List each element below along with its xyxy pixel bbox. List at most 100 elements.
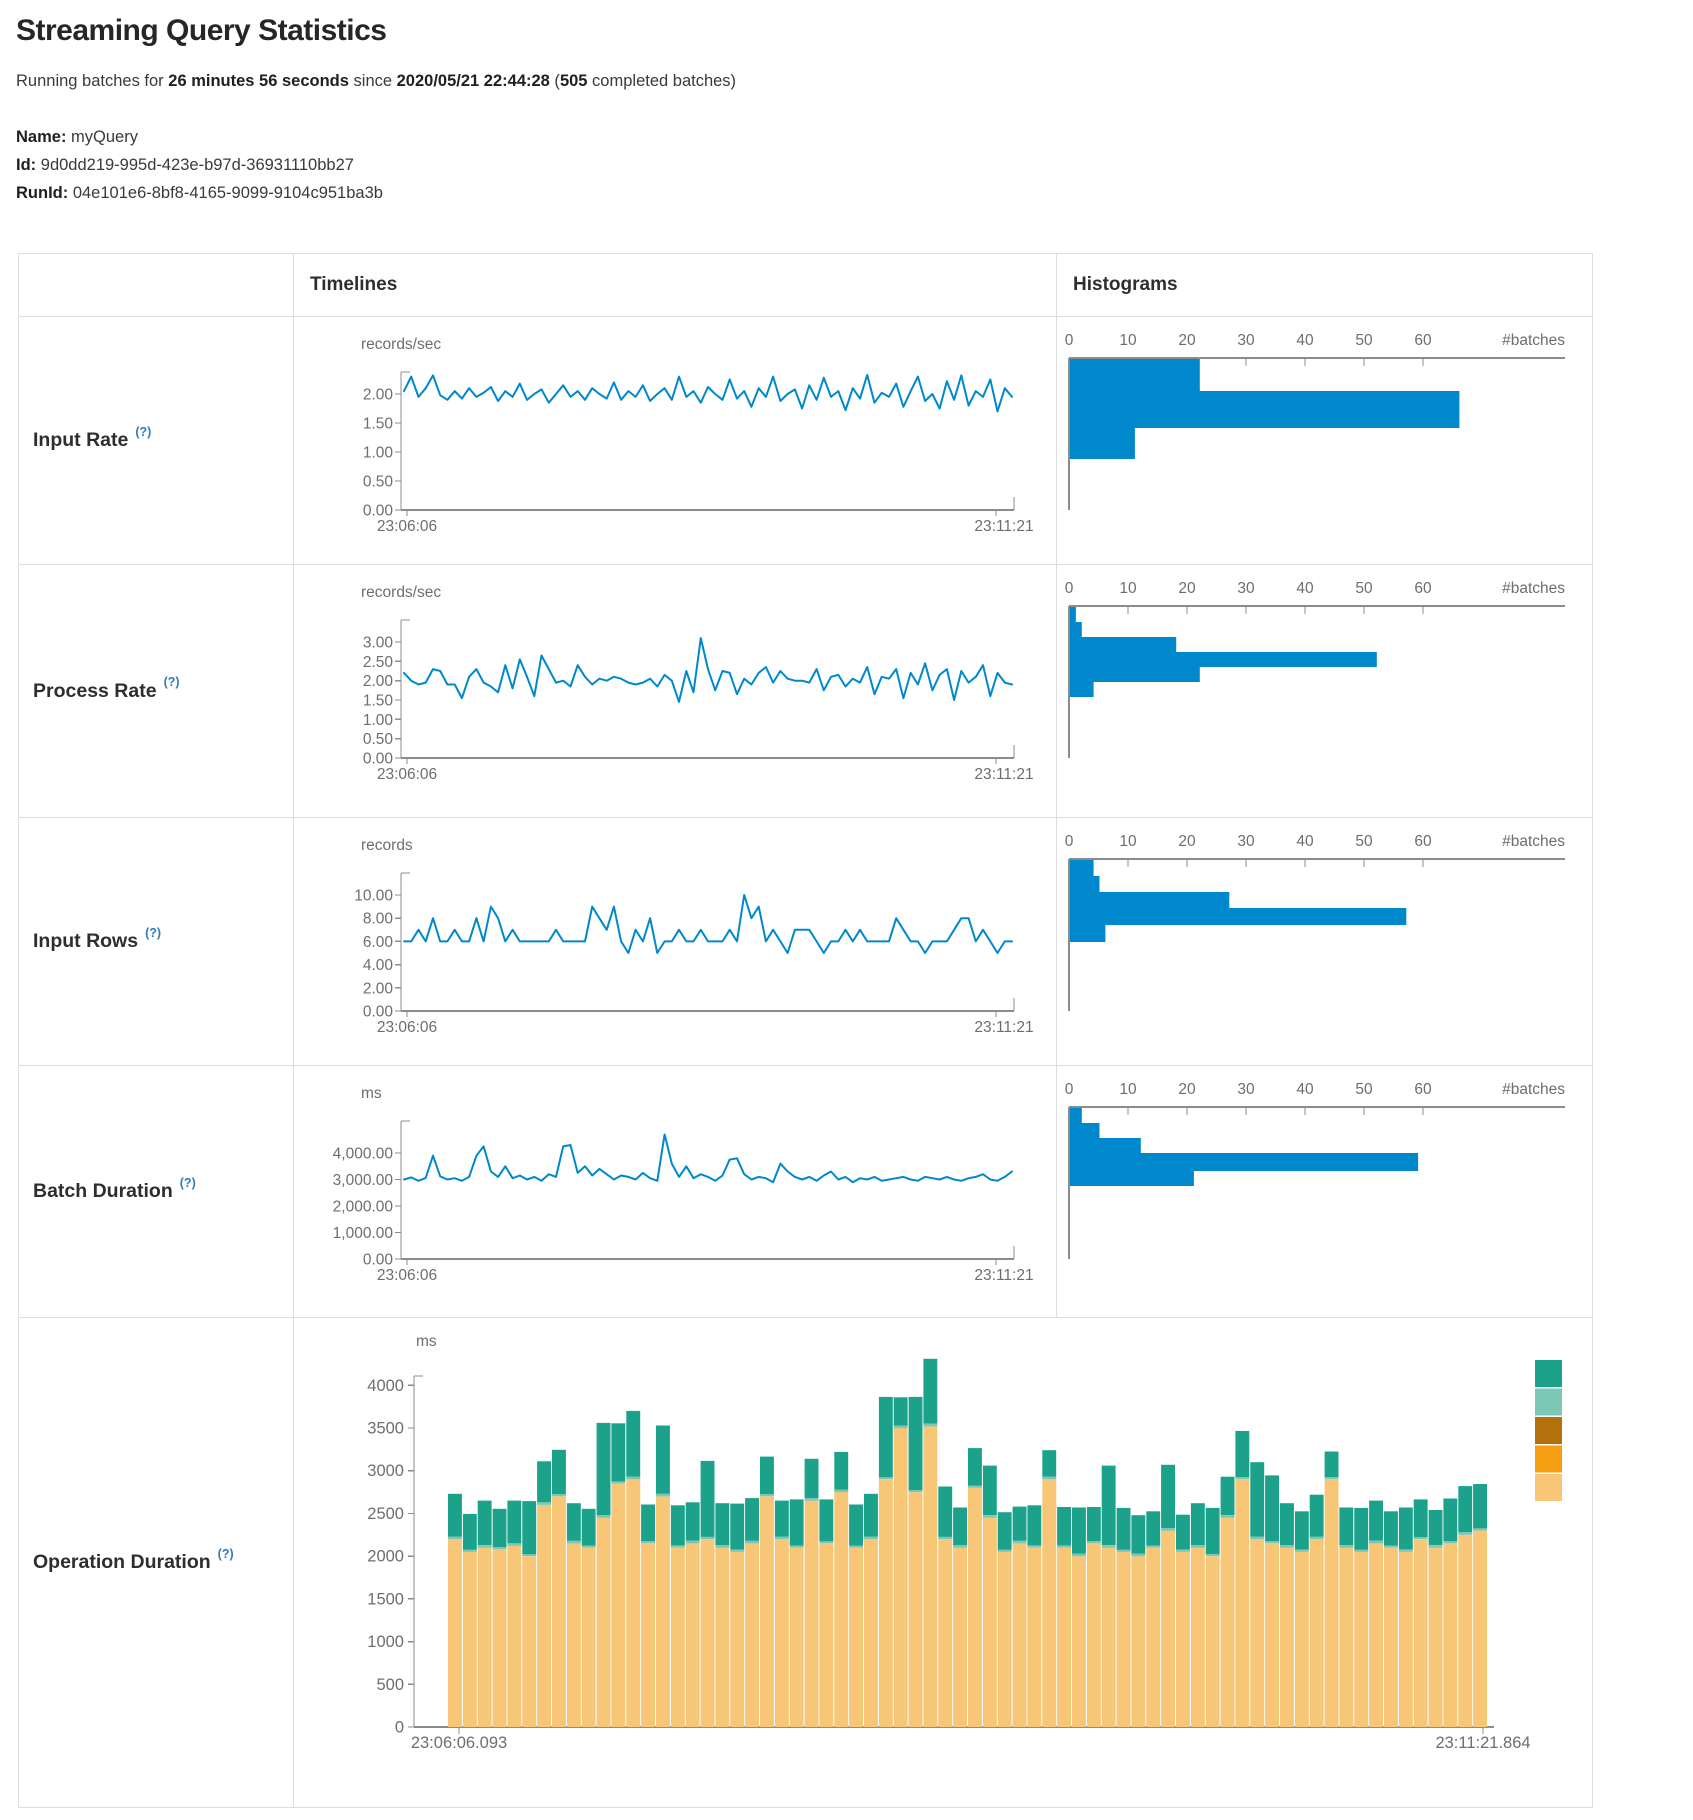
op-bar-segment [1458,1535,1472,1727]
running-batches-summary: Running batches for 26 minutes 56 second… [16,72,1693,91]
help-icon[interactable]: (?) [180,1176,196,1190]
metric-name: Batch Duration [33,1180,173,1203]
op-bar-segment [775,1501,789,1537]
op-bar-segment [1265,1541,1279,1543]
op-bar-segment [597,1518,611,1727]
op-bar-segment [1473,1484,1487,1528]
op-bar-segment [1443,1541,1457,1543]
start-timestamp: 2020/05/21 22:44:28 [397,72,550,90]
id-label: Id: [16,156,36,174]
op-bar-segment [730,1552,744,1727]
help-icon[interactable]: (?) [135,425,151,439]
op-bar-segment [983,1518,997,1727]
metric-name: Operation Duration [33,1551,211,1574]
help-icon[interactable]: (?) [218,1547,234,1561]
query-metadata: Name: myQuery Id: 9d0dd219-995d-423e-b97… [16,123,1693,207]
op-bar-segment [1354,1552,1368,1727]
input-rate-histogram-chart: 0102030405060#batches [1057,317,1591,565]
axis-label: 23:11:21 [974,766,1033,783]
op-bar-segment [686,1543,700,1727]
op-bar-segment [567,1503,581,1541]
input-rows-timeline-cell: records0.002.004.006.008.0010.0023:06:06… [294,818,1057,1066]
axis-label: 23:06:06 [377,766,437,783]
op-bar-segment [998,1550,1012,1552]
histogram-bar [1070,667,1200,682]
legend-swatch-3[interactable] [1535,1417,1562,1444]
histogram-bar [1070,1171,1194,1186]
timeline-line [404,1135,1012,1183]
op-bar-segment [1369,1541,1383,1544]
op-bar-segment [1102,1548,1116,1727]
op-bar-segment [1087,1507,1101,1541]
op-bar-segment [745,1543,759,1727]
axis-label: 0.50 [363,731,394,748]
axis-label: 30 [1237,332,1255,349]
axis-label: 2,000.00 [333,1199,394,1216]
query-runid-value: 04e101e6-8bf8-4165-9099-9104c951ba3b [73,184,383,202]
histogram-bar [1070,1153,1418,1171]
axis-label: 1.50 [363,416,394,433]
legend-swatch-4[interactable] [1535,1446,1562,1473]
metric-name: Input Rate [33,429,128,452]
batch-duration-histogram-chart: 0102030405060#batches [1057,1066,1591,1318]
op-bar-segment [968,1448,982,1486]
axis-label: 3,000.00 [333,1172,394,1189]
op-bar-segment [1399,1552,1413,1727]
op-bar-segment [1131,1556,1145,1727]
axis-label: 500 [376,1676,404,1694]
op-bar-segment [1057,1546,1071,1548]
histogram-bar [1070,1108,1082,1123]
help-icon[interactable]: (?) [145,926,161,940]
op-bar-segment [790,1546,804,1548]
op-bar-segment [1221,1477,1235,1515]
op-bar-segment [1206,1554,1220,1556]
op-bar-segment [745,1498,759,1541]
axis-label: 1500 [367,1590,404,1608]
op-bar-segment [1339,1548,1353,1727]
legend-swatch-1[interactable] [1535,1360,1562,1387]
op-bar-segment [1399,1549,1413,1552]
op-bar-segment [923,1359,937,1424]
op-bar-segment [537,1505,551,1727]
op-bar-segment [834,1452,848,1490]
op-bar-segment [1295,1511,1309,1549]
op-bar-segment [864,1539,878,1727]
op-bar-segment [1013,1507,1027,1541]
help-icon[interactable]: (?) [164,675,180,689]
op-bar-segment [567,1541,581,1544]
op-bar-segment [1146,1548,1160,1727]
op-bar-segment [775,1537,789,1540]
op-bar-segment [567,1543,581,1727]
op-bar-segment [968,1486,982,1488]
operation-duration-legend [1535,1360,1562,1501]
op-bar-segment [1117,1552,1131,1727]
op-bar-segment [448,1537,462,1540]
query-name-line: Name: myQuery [16,123,1693,151]
header-histograms: Histograms [1057,254,1593,317]
op-bar-segment [507,1543,521,1546]
legend-swatch-2[interactable] [1535,1389,1562,1416]
process-rate-timeline-cell: records/sec0.000.501.001.502.002.503.002… [294,565,1057,818]
op-bar-segment [894,1426,908,1429]
op-bar-segment [938,1539,952,1727]
process-rate-timeline-chart: records/sec0.000.501.001.502.002.503.002… [294,565,1057,818]
run-duration: 26 minutes 56 seconds [168,72,349,90]
op-bar-segment [507,1501,521,1544]
axis-label: 3500 [367,1420,404,1438]
op-bar-segment [1250,1537,1264,1540]
op-bar-segment [522,1554,536,1556]
op-bar-segment [1384,1548,1398,1727]
axis-label: 60 [1414,833,1432,850]
axis-label: 20 [1178,332,1196,349]
op-bar-segment [879,1397,893,1477]
axis-label: 2.00 [363,387,394,404]
op-bar-segment [463,1514,477,1550]
op-bar-segment [790,1499,804,1545]
legend-swatch-5[interactable] [1535,1474,1562,1501]
op-bar-segment [1339,1508,1353,1546]
axis-label: 23:06:06.093 [411,1734,507,1752]
op-bar-segment [849,1546,863,1548]
histogram-bar [1070,359,1200,391]
row-label-process-rate: Process Rate(?) [19,565,294,818]
runid-label: RunId: [16,184,68,202]
